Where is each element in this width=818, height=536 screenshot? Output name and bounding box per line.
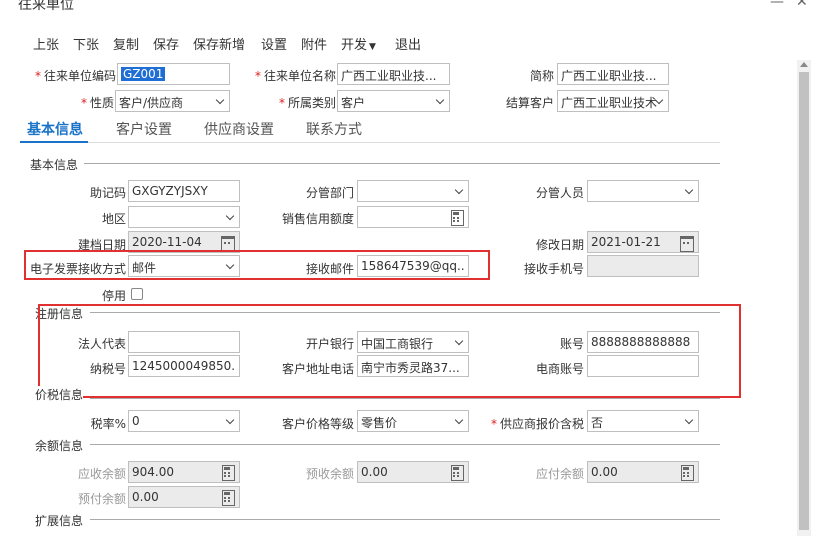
close-icon[interactable]: ✕ [796,0,808,10]
prereceive-input[interactable]: 0.00 [357,461,469,483]
name-input[interactable]: 广西工业职业技... [337,63,450,85]
bank-label: 开户银行 [305,337,354,351]
receivable-label: 应收余额 [77,467,126,481]
tab-divider [20,142,720,143]
develop-label: 开发 [341,38,368,53]
ecom-account-input[interactable] [587,355,699,377]
tax-number-input[interactable]: 1245000049850... [128,355,240,377]
rate-label: 税率% [90,417,126,431]
address-label: 客户地址电话 [281,362,354,376]
legal-label: 法人代表 [77,337,126,351]
section-balance-title: 余额信息 [35,439,84,453]
save-new-button[interactable]: 保存新增 [193,34,245,53]
modified-date-input[interactable]: 2021-01-21 [587,231,699,253]
account-input[interactable]: 8888888888888 [587,331,699,353]
prev-button[interactable]: 上张 [33,34,59,53]
payable-input[interactable]: 0.00 [587,461,699,483]
price-level-label: 客户价格等级 [281,417,354,431]
payable-label: 应付余额 [535,467,584,481]
person-select[interactable] [587,180,699,202]
section-basic-title: 基本信息 [30,158,79,172]
tab-customer-settings[interactable]: 客户设置 [116,119,172,139]
tax-rate-select[interactable]: 0 [128,410,240,432]
save-button[interactable]: 保存 [153,34,179,53]
bank-select[interactable]: 中国工商银行 [357,331,469,353]
email-label: 接收邮件 [305,262,354,276]
einvoice-label: 电子发票接收方式 [29,262,126,276]
disabled-checkbox[interactable] [131,288,143,300]
email-input[interactable]: 158647539@qq.... [357,255,469,277]
supplier-tax-label: * 供应商报价含税 [490,417,584,431]
credit-label: 销售信用额度 [281,212,354,226]
category-label: * 所属类别 [278,96,336,110]
region-select[interactable] [128,206,240,228]
person-label: 分管人员 [535,186,584,200]
mnemonic-input[interactable]: GXGYZYJSXY [128,180,240,202]
tab-supplier-settings[interactable]: 供应商设置 [204,119,274,139]
develop-menu[interactable]: 开发 ▼ [341,34,376,53]
code-input[interactable]: GZ001 [117,63,230,85]
scroll-up-icon[interactable] [800,62,808,67]
name-label: * 往来单位名称 [254,69,336,83]
supplier-tax-select[interactable]: 否 [587,410,699,432]
tab-active-indicator [20,141,88,143]
tab-contact[interactable]: 联系方式 [306,119,362,139]
price-level-select[interactable]: 零售价 [357,410,469,432]
scrollbar-thumb[interactable] [799,72,809,530]
settle-select[interactable]: 广西工业职业技术 [557,90,669,112]
short-name-input[interactable]: 广西工业职业技... [557,63,669,85]
region-label: 地区 [101,212,126,226]
dept-label: 分管部门 [305,186,354,200]
phone-label: 接收手机号 [523,262,584,276]
dept-select[interactable] [357,180,469,202]
section-divider [90,519,720,520]
short-label: 简称 [529,69,554,83]
account-label: 账号 [559,337,584,351]
tax-label: 纳税号 [89,362,126,376]
nature-select[interactable]: 客户/供应商 [115,90,230,112]
next-button[interactable]: 下张 [73,34,99,53]
einvoice-select[interactable]: 邮件 [128,255,240,277]
minimize-icon[interactable]: — [770,0,784,10]
section-extend-title: 扩展信息 [35,514,84,528]
credit-input[interactable] [357,206,469,228]
window-title: 往来单位 [18,0,74,13]
legal-rep-input[interactable] [128,331,240,353]
tab-basic-info[interactable]: 基本信息 [27,119,83,139]
title-bar [0,0,818,22]
section-pricetax-title: 价税信息 [35,386,84,403]
attachment-button[interactable]: 附件 [301,34,327,53]
section-divider [90,444,720,445]
copy-button[interactable]: 复制 [113,34,139,53]
section-divider [90,398,720,399]
nature-label: * 性质 [80,96,114,110]
prepay-input[interactable]: 0.00 [128,486,240,508]
exit-button[interactable]: 退出 [395,34,421,53]
settings-button[interactable]: 设置 [261,34,287,53]
category-select[interactable]: 客户 [337,90,450,112]
section-divider [84,163,720,164]
disabled-label: 停用 [101,289,126,303]
settle-label: 结算客户 [505,96,554,110]
mnemonic-label: 助记码 [89,186,126,200]
address-input[interactable]: 南宁市秀灵路37... [357,355,469,377]
phone-input[interactable] [587,255,699,277]
prepay-label: 预付余额 [77,492,126,506]
modified-label: 修改日期 [535,238,584,252]
ecom-label: 电商账号 [535,362,584,376]
receivable-input[interactable]: 904.00 [128,461,240,483]
chevron-down-icon: ▼ [369,42,376,52]
prereceive-label: 预收余额 [305,467,354,481]
code-label: * 往来单位编码 [34,69,116,83]
